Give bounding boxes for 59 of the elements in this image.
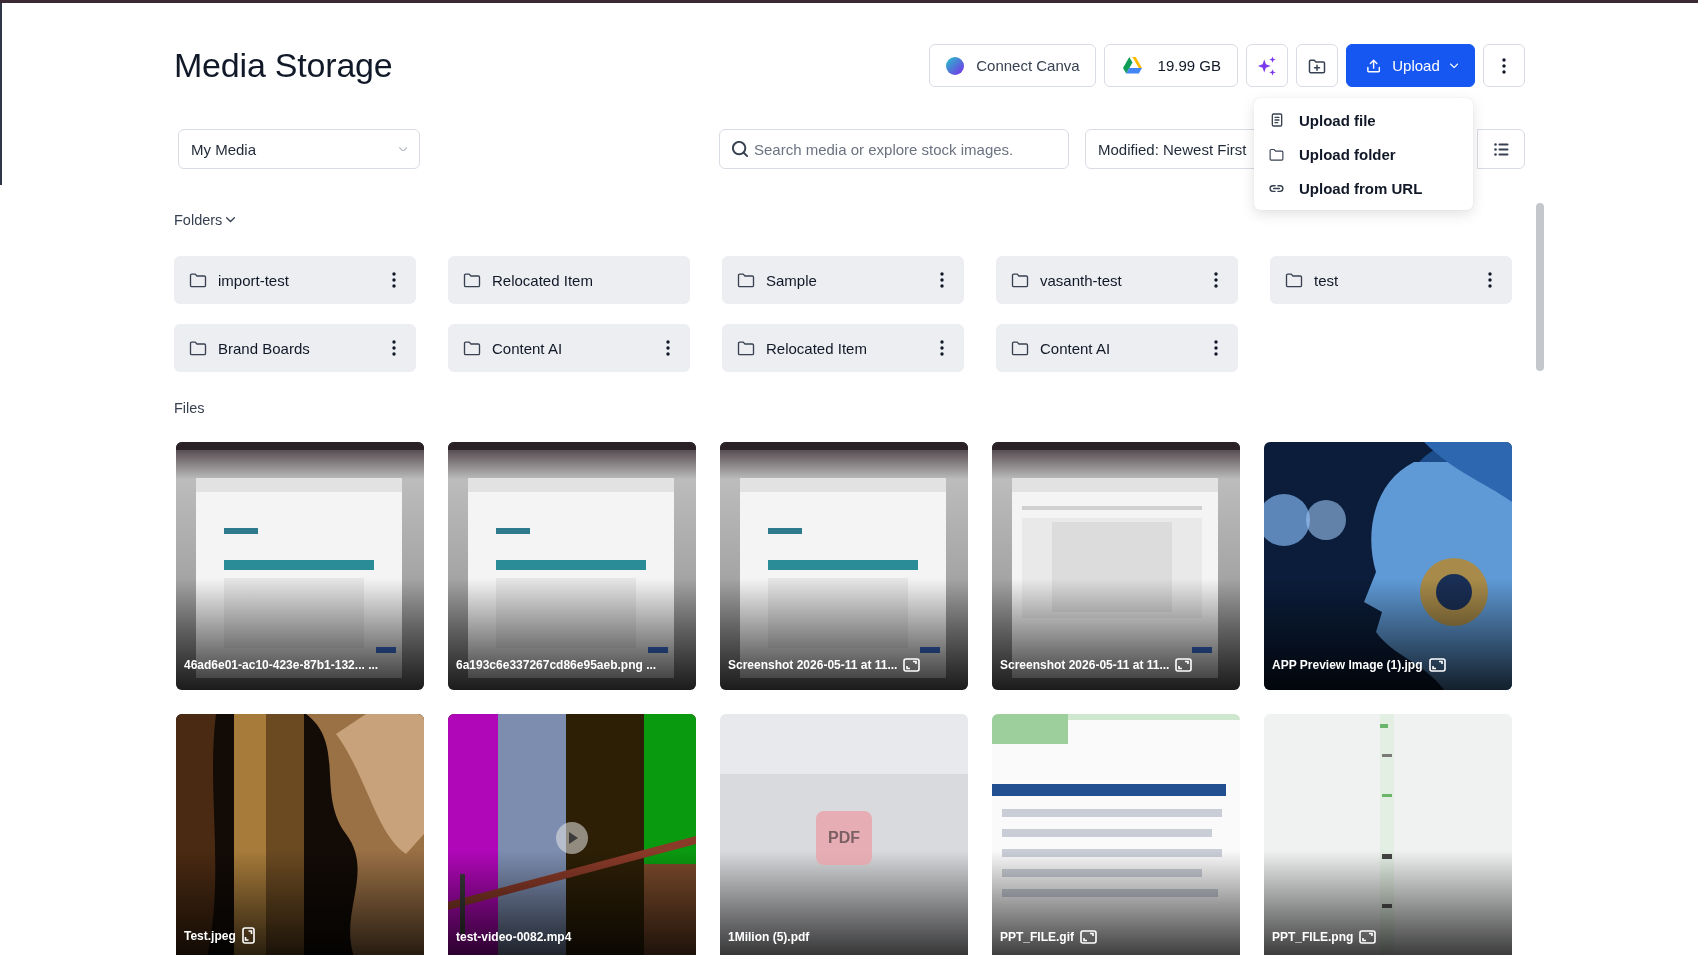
drive-logo-icon bbox=[1122, 57, 1142, 74]
folder-card[interactable]: Content AI bbox=[996, 324, 1238, 372]
file-name: Test.jpeg bbox=[184, 928, 236, 943]
file-tile[interactable]: 46ad6e01-ac10-423e-87b1-132... ... bbox=[176, 442, 424, 690]
page-title: Media Storage bbox=[174, 46, 393, 85]
ai-button[interactable] bbox=[1246, 44, 1288, 87]
file-tile[interactable]: Screenshot 2026-05-11 at 11... bbox=[992, 442, 1240, 690]
landscape-image-icon bbox=[903, 658, 921, 672]
chevron-down-icon bbox=[398, 146, 407, 152]
connect-canva-button[interactable]: Connect Canva bbox=[929, 44, 1096, 87]
list-view-button[interactable] bbox=[1477, 129, 1525, 169]
file-name: PPT_FILE.png bbox=[1272, 930, 1354, 944]
folders-toggle[interactable]: Folders bbox=[174, 210, 236, 230]
chevron-down-icon bbox=[226, 217, 236, 223]
sparkle-icon bbox=[1256, 54, 1278, 77]
file-type-badge: PDF bbox=[816, 811, 872, 865]
library-select[interactable]: My Media bbox=[178, 129, 420, 169]
file-name: 6a193c6e337267cd86e95aeb.png ... bbox=[456, 658, 657, 672]
file-tile[interactable]: PDF 1Milion (5).pdf bbox=[720, 714, 968, 955]
chevron-down-icon bbox=[1449, 62, 1458, 69]
file-tile[interactable]: 6a193c6e337267cd86e95aeb.png ... bbox=[448, 442, 696, 690]
landscape-image-icon bbox=[1080, 930, 1097, 944]
section-label: Files bbox=[174, 400, 205, 418]
folder-card[interactable]: test bbox=[1270, 256, 1512, 304]
file-tile[interactable]: APP Preview Image (1).jpg bbox=[1264, 442, 1512, 690]
search-field[interactable]: Search media or explore stock images. bbox=[719, 129, 1069, 169]
file-name: APP Preview Image (1).jpg bbox=[1272, 658, 1423, 672]
search-icon bbox=[732, 141, 748, 157]
file-tile[interactable]: Test.jpeg bbox=[176, 714, 424, 955]
folder-card[interactable]: Sample bbox=[722, 256, 964, 304]
storage-button[interactable]: 19.99 GB bbox=[1103, 44, 1238, 87]
file-name: Screenshot 2026-05-11 at 11... bbox=[1000, 658, 1170, 672]
file-name: 46ad6e01-ac10-423e-87b1-132... ... bbox=[184, 658, 379, 672]
landscape-image-icon bbox=[1428, 658, 1446, 672]
folder-card[interactable]: Relocated Item bbox=[722, 324, 964, 372]
play-icon bbox=[556, 822, 588, 854]
landscape-image-icon bbox=[1359, 930, 1377, 944]
folder-card[interactable]: Relocated Item bbox=[448, 256, 690, 304]
file-tile[interactable]: Screenshot 2026-05-11 at 11... bbox=[720, 442, 968, 690]
menu-item[interactable]: Upload from URL bbox=[1254, 171, 1473, 205]
portrait-image-icon bbox=[241, 927, 255, 944]
list-icon bbox=[1493, 142, 1509, 156]
file-name: Screenshot 2026-05-11 at 11... bbox=[728, 658, 898, 672]
folder-card[interactable]: vasanth-test bbox=[996, 256, 1238, 304]
folder-card[interactable]: Brand Boards bbox=[174, 324, 416, 372]
file-name: 1Milion (5).pdf bbox=[728, 930, 810, 944]
canva-logo-icon bbox=[946, 56, 965, 75]
folder-card[interactable]: import-test bbox=[174, 256, 416, 304]
file-tile[interactable]: test-video-0082.mp4 bbox=[448, 714, 696, 955]
folder-card[interactable]: Content AI bbox=[448, 324, 690, 372]
new-folder-button[interactable] bbox=[1296, 44, 1338, 87]
landscape-image-icon bbox=[1175, 658, 1193, 672]
file-name: PPT_FILE.gif bbox=[1000, 930, 1074, 944]
scrollbar-thumb[interactable] bbox=[1536, 203, 1544, 371]
file-name: test-video-0082.mp4 bbox=[456, 930, 572, 944]
upload-button[interactable]: Upload bbox=[1346, 44, 1475, 87]
more-icon bbox=[1502, 57, 1506, 74]
file-tile[interactable]: PPT_FILE.gif bbox=[992, 714, 1240, 955]
file-tile[interactable]: PPT_FILE.png bbox=[1264, 714, 1512, 955]
